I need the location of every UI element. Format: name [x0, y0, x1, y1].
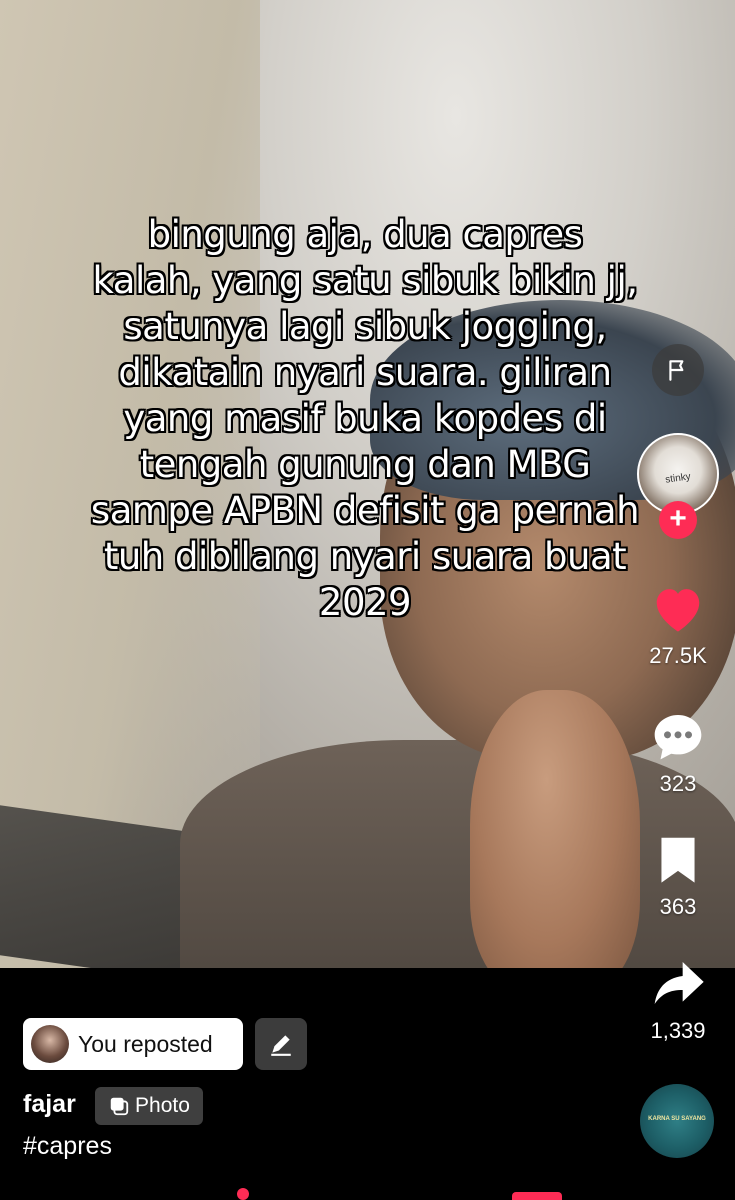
like-count: 27.5K — [649, 643, 707, 668]
save-count: 363 — [659, 894, 697, 919]
author-username[interactable]: fajar — [23, 1090, 76, 1119]
share-count: 1,339 — [650, 1018, 706, 1043]
share-button[interactable]: 1,339 — [637, 957, 719, 1044]
music-disc-label: KARNA SU SAYANG — [648, 1116, 706, 1122]
edit-repost-button[interactable] — [255, 1018, 307, 1070]
repost-indicator[interactable]: You reposted — [23, 1018, 243, 1070]
creator-avatar-label: stinky — [664, 471, 692, 486]
reposter-avatar — [31, 1025, 69, 1063]
like-button[interactable]: 27.5K — [637, 582, 719, 669]
hashtag-link[interactable]: #capres — [23, 1132, 112, 1161]
notification-dot — [237, 1188, 249, 1200]
post-photo[interactable]: bingung aja, dua capres kalah, yang satu… — [0, 0, 735, 968]
comment-button[interactable]: 323 — [637, 710, 719, 797]
create-button-edge[interactable] — [512, 1192, 562, 1200]
follow-button[interactable]: + — [659, 501, 697, 539]
photo-icon — [110, 1097, 129, 1116]
photo-badge-label: Photo — [135, 1094, 190, 1117]
laptop-shape — [0, 805, 210, 968]
edit-icon — [271, 1035, 291, 1056]
photo-caption-text: bingung aja, dua capres kalah, yang satu… — [90, 213, 640, 624]
bookmark-icon — [661, 837, 695, 883]
hand-shape — [470, 690, 640, 968]
share-icon — [654, 962, 704, 1004]
photo-type-badge: Photo — [95, 1087, 203, 1125]
bookmark-button[interactable]: 363 — [637, 833, 719, 920]
comment-icon — [654, 715, 702, 760]
repost-label: You reposted — [78, 1030, 213, 1057]
music-disc[interactable]: KARNA SU SAYANG — [640, 1084, 714, 1158]
report-button[interactable] — [652, 344, 704, 396]
comment-count: 323 — [659, 771, 697, 796]
heart-icon — [656, 589, 700, 632]
flag-icon — [669, 360, 684, 381]
